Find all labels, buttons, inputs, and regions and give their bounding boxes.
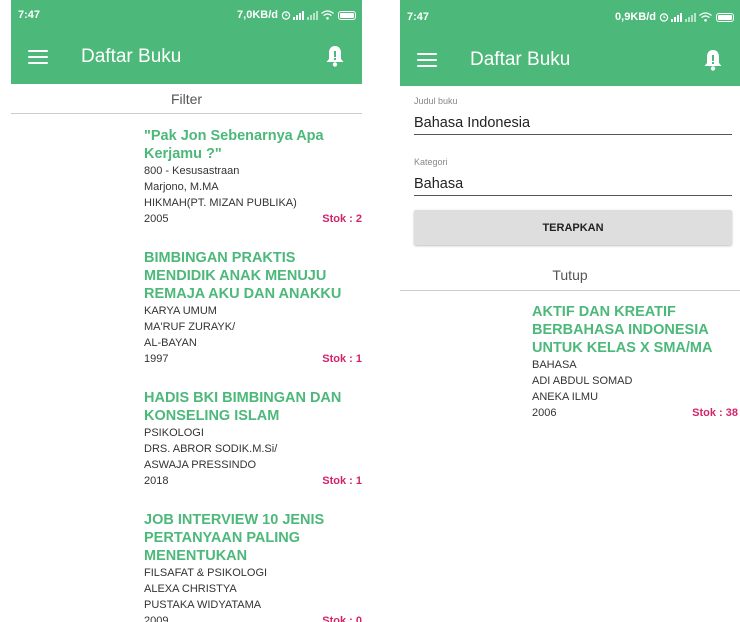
status-icons	[659, 12, 734, 22]
network-speed: 7,0KB/d	[237, 9, 278, 21]
alarm-icon	[659, 13, 669, 22]
app-bar: Daftar Buku	[11, 30, 362, 84]
book-stock: Stok : 38	[692, 407, 738, 419]
book-item[interactable]: "Pak Jon Sebenarnya Apa Kerjamu ?" 800 -…	[144, 114, 362, 227]
book-category: PSIKOLOGI	[144, 427, 204, 439]
book-year: 2009	[144, 615, 169, 622]
filter-form: Judul buku Bahasa Indonesia Kategori Bah…	[400, 86, 740, 245]
status-bar: 7:47 0,9KB/d	[400, 0, 740, 34]
bell-icon[interactable]	[702, 48, 724, 72]
book-stock: Stok : 1	[322, 475, 362, 487]
book-item[interactable]: BIMBINGAN PRAKTIS MENDIDIK ANAK MENUJU R…	[144, 236, 362, 367]
filter-screen: 7:47 0,9KB/d Daftar Buku Judul buku Baha…	[400, 0, 740, 622]
book-publisher: ANEKA ILMU	[532, 391, 599, 403]
status-bar: 7:47 7,0KB/d	[11, 0, 362, 30]
category-field-label: Kategori	[414, 157, 448, 167]
close-filter-toggle[interactable]: Tutup	[400, 259, 740, 291]
book-list: AKTIF DAN KREATIF BERBAHASA INDONESIA UN…	[400, 291, 740, 421]
battery-icon	[716, 12, 734, 22]
signal-icon	[293, 11, 304, 20]
battery-icon	[338, 10, 356, 20]
book-stock: Stok : 2	[322, 213, 362, 225]
book-item[interactable]: JOB INTERVIEW 10 JENIS PERTANYAAN PALING…	[144, 498, 362, 622]
book-title: AKTIF DAN KREATIF BERBAHASA INDONESIA UN…	[532, 304, 713, 356]
title-field-label: Judul buku	[414, 96, 458, 106]
book-author: ADI ABDUL SOMAD	[532, 375, 633, 387]
book-category: 800 - Kesusastraan	[144, 165, 240, 177]
category-input[interactable]: Bahasa	[414, 167, 732, 196]
book-year: 2018	[144, 475, 169, 487]
book-item[interactable]: HADIS BKI BIMBINGAN DAN KONSELING ISLAM …	[144, 376, 362, 489]
hamburger-menu-icon[interactable]	[28, 50, 48, 64]
book-author: MA'RUF ZURAYK/	[144, 321, 236, 333]
network-speed: 0,9KB/d	[615, 11, 656, 23]
signal-icon	[671, 13, 682, 22]
book-publisher: AL-BAYAN	[144, 337, 197, 349]
book-publisher: HIKMAH(PT. MIZAN PUBLIKA)	[144, 197, 297, 209]
book-year: 2006	[532, 407, 557, 419]
wifi-icon	[699, 12, 712, 22]
book-publisher: PUSTAKA WIDYATAMA	[144, 599, 262, 611]
book-title: "Pak Jon Sebenarnya Apa Kerjamu ?"	[144, 128, 324, 162]
book-stock: Stok : 0	[322, 615, 362, 622]
book-item[interactable]: AKTIF DAN KREATIF BERBAHASA INDONESIA UN…	[532, 291, 738, 421]
book-author: Marjono, M.MA	[144, 181, 219, 193]
signal-2-icon	[307, 11, 318, 20]
book-category: FILSAFAT & PSIKOLOGI	[144, 567, 268, 579]
page-title: Daftar Buku	[470, 49, 571, 70]
wifi-icon	[321, 10, 334, 20]
status-icons	[281, 10, 356, 20]
book-list-screen: 7:47 7,0KB/d Daftar Buku Filter "Pak Jon…	[11, 0, 362, 622]
hamburger-menu-icon[interactable]	[417, 53, 437, 67]
book-stock: Stok : 1	[322, 353, 362, 365]
book-category: KARYA UMUM	[144, 305, 217, 317]
book-year: 1997	[144, 353, 169, 365]
page-title: Daftar Buku	[81, 46, 182, 67]
book-author: ALEXA CHRISTYA	[144, 583, 237, 595]
bell-icon[interactable]	[324, 44, 346, 68]
status-time: 7:47	[18, 9, 41, 21]
book-author: DRS. ABROR SODIK.M.Si/	[144, 443, 278, 455]
signal-2-icon	[685, 13, 696, 22]
book-title: BIMBINGAN PRAKTIS MENDIDIK ANAK MENUJU R…	[144, 250, 342, 302]
book-publisher: ASWAJA PRESSINDO	[144, 459, 257, 471]
title-input[interactable]: Bahasa Indonesia	[414, 106, 732, 135]
alarm-icon	[281, 11, 291, 20]
app-bar: Daftar Buku	[400, 34, 740, 86]
apply-button[interactable]: TERAPKAN	[414, 210, 732, 245]
book-year: 2005	[144, 213, 169, 225]
status-time: 7:47	[407, 11, 430, 23]
book-category: BAHASA	[532, 359, 577, 371]
book-list: "Pak Jon Sebenarnya Apa Kerjamu ?" 800 -…	[11, 114, 362, 622]
book-title: HADIS BKI BIMBINGAN DAN KONSELING ISLAM	[144, 390, 342, 424]
filter-toggle[interactable]: Filter	[11, 84, 362, 114]
book-title: JOB INTERVIEW 10 JENIS PERTANYAAN PALING…	[144, 512, 325, 564]
